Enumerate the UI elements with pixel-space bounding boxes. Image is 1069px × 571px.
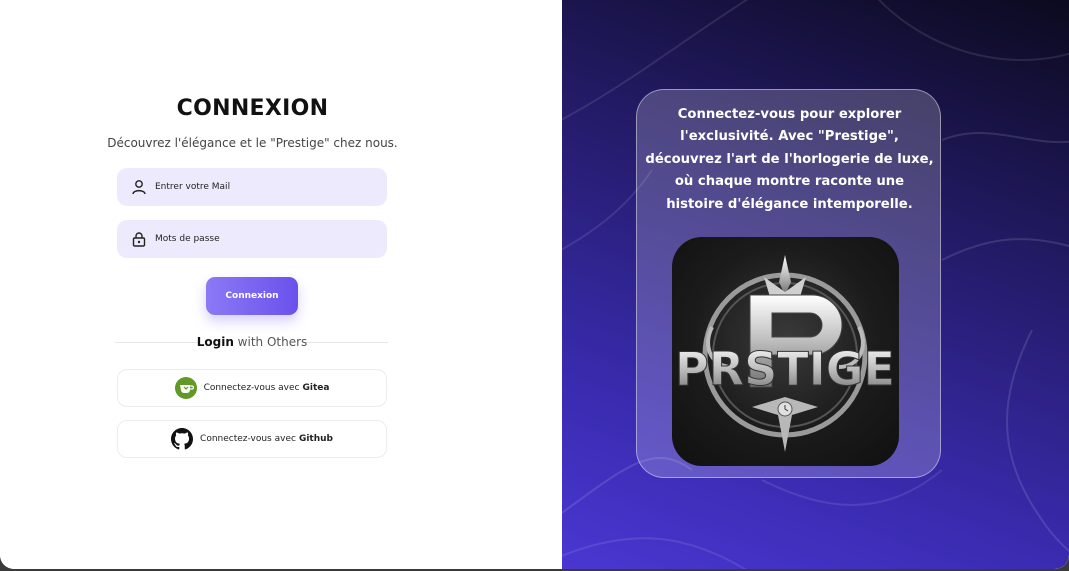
gitea-icon <box>174 377 197 399</box>
divider-label: Login with Others <box>117 335 387 349</box>
login-window: CONNEXION Découvrez l'élégance et le "Pr… <box>0 0 1069 569</box>
email-input[interactable] <box>153 181 377 193</box>
password-field[interactable] <box>117 220 387 258</box>
logo-wordmark: PRSTIGE <box>675 342 895 396</box>
connexion-button[interactable]: Connexion <box>206 277 298 315</box>
login-panel: CONNEXION Découvrez l'élégance et le "Pr… <box>0 0 562 569</box>
promo-panel: Connectez-vous pour explorer l'exclusivi… <box>562 0 1069 569</box>
github-prefix: Connectez-vous avec <box>200 434 296 444</box>
prestige-logo: PRSTIGE <box>672 237 899 466</box>
gitea-login-button[interactable]: Connectez-vous avec Gitea <box>117 369 387 407</box>
github-provider: Github <box>298 434 333 444</box>
page-title: CONNEXION <box>176 96 329 121</box>
password-input[interactable] <box>153 233 377 245</box>
page-subtitle: Découvrez l'élégance et le "Prestige" ch… <box>107 136 398 150</box>
promo-text: Connectez-vous pour explorer l'exclusivi… <box>645 107 934 212</box>
promo-card: Connectez-vous pour explorer l'exclusivi… <box>636 89 941 478</box>
lock-icon <box>132 232 146 247</box>
github-icon <box>171 428 194 450</box>
github-login-button[interactable]: Connectez-vous avec Github <box>117 420 387 458</box>
email-field[interactable] <box>117 168 387 206</box>
prestige-emblem-icon: PRSTIGE <box>675 255 895 452</box>
gitea-provider: Gitea <box>302 383 330 393</box>
divider-label-rest: with Others <box>233 335 308 349</box>
gitea-prefix: Connectez-vous avec <box>203 383 300 393</box>
divider-label-bold: Login <box>196 335 234 349</box>
user-icon <box>132 180 146 195</box>
